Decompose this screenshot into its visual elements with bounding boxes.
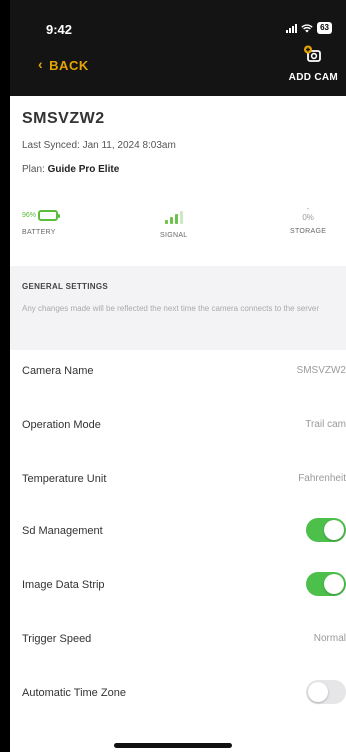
signal-bar xyxy=(179,211,183,224)
back-label: BACK xyxy=(49,57,89,73)
battery-icon xyxy=(38,210,61,221)
status-time: 9:42 xyxy=(46,22,73,37)
setting-value: Trail cam xyxy=(305,419,346,430)
storage-dash-icon: - xyxy=(306,204,310,213)
setting-label: Automatic Time Zone xyxy=(22,687,126,699)
general-settings-note: Any changes made will be reflected the n… xyxy=(22,304,320,313)
home-indicator xyxy=(114,743,232,748)
battery-stat: 96% BATTERY xyxy=(22,210,61,236)
camera-settings-view: SMSVZW2 Last Synced: Jan 11, 2024 8:03am… xyxy=(10,96,346,752)
chevron-left-icon: ‹ xyxy=(38,56,44,72)
back-button[interactable]: ‹ BACK xyxy=(38,56,89,73)
sd-management-toggle[interactable] xyxy=(306,518,346,542)
battery-status-icon: 63 xyxy=(317,22,332,34)
signal-bar xyxy=(174,214,178,224)
signal-bars-icon xyxy=(160,210,187,224)
setting-label: Temperature Unit xyxy=(22,473,107,485)
storage-value: 0% xyxy=(302,213,314,222)
setting-row-camera-name[interactable]: Camera Name SMSVZW2 xyxy=(10,352,346,392)
setting-label: Image Data Strip xyxy=(22,579,105,591)
battery-percent: 96% xyxy=(22,212,37,219)
setting-row-temperature-unit[interactable]: Temperature Unit Fahrenheit xyxy=(10,460,346,500)
battery-label: BATTERY xyxy=(22,229,56,236)
setting-value: Fahrenheit xyxy=(298,473,346,484)
signal-label: SIGNAL xyxy=(160,232,188,239)
add-camera-icon xyxy=(304,45,322,62)
signal-bar xyxy=(169,217,173,224)
app-header: 9:42 63 ‹ BACK ADD CAM xyxy=(10,0,346,96)
setting-row-image-data-strip: Image Data Strip xyxy=(10,566,346,606)
storage-stat: - 0% STORAGE xyxy=(290,204,326,235)
general-settings-header: GENERAL SETTINGS Any changes made will b… xyxy=(10,266,346,350)
add-cam-button[interactable]: ADD CAM xyxy=(289,45,338,85)
general-settings-title: GENERAL SETTINGS xyxy=(22,282,108,291)
setting-label: Camera Name xyxy=(22,365,94,377)
storage-label: STORAGE xyxy=(290,228,327,235)
setting-row-trigger-speed[interactable]: Trigger Speed Normal xyxy=(10,620,346,660)
signal-stat: SIGNAL xyxy=(160,210,187,239)
plan-text: Plan: Guide Pro Elite xyxy=(22,164,119,175)
signal-bar xyxy=(164,220,168,224)
setting-row-sd-management: Sd Management xyxy=(10,512,346,552)
plan-name: Guide Pro Elite xyxy=(47,164,120,175)
setting-row-automatic-time-zone: Automatic Time Zone xyxy=(10,674,346,714)
setting-value: SMSVZW2 xyxy=(296,365,346,376)
camera-stats: 96% BATTERY SIGNAL - 0% STORAGE xyxy=(10,204,346,260)
camera-name-title: SMSVZW2 xyxy=(22,110,105,127)
image-data-strip-toggle[interactable] xyxy=(306,572,346,596)
phone-screen: 9:42 63 ‹ BACK ADD CAM SMSVZW2 Last Sync… xyxy=(10,0,346,752)
status-icons: 63 xyxy=(286,22,332,34)
setting-label: Operation Mode xyxy=(22,419,101,431)
cellular-signal-icon xyxy=(286,23,298,33)
setting-value: Normal xyxy=(313,633,346,644)
plan-prefix: Plan: xyxy=(22,164,45,175)
setting-label: Trigger Speed xyxy=(22,633,92,645)
setting-label: Sd Management xyxy=(22,525,103,537)
setting-row-operation-mode[interactable]: Operation Mode Trail cam xyxy=(10,406,346,446)
wifi-icon xyxy=(301,24,313,33)
add-cam-label: ADD CAM xyxy=(288,72,338,83)
last-synced-text: Last Synced: Jan 11, 2024 8:03am xyxy=(22,140,176,151)
automatic-time-zone-toggle[interactable] xyxy=(306,680,346,704)
